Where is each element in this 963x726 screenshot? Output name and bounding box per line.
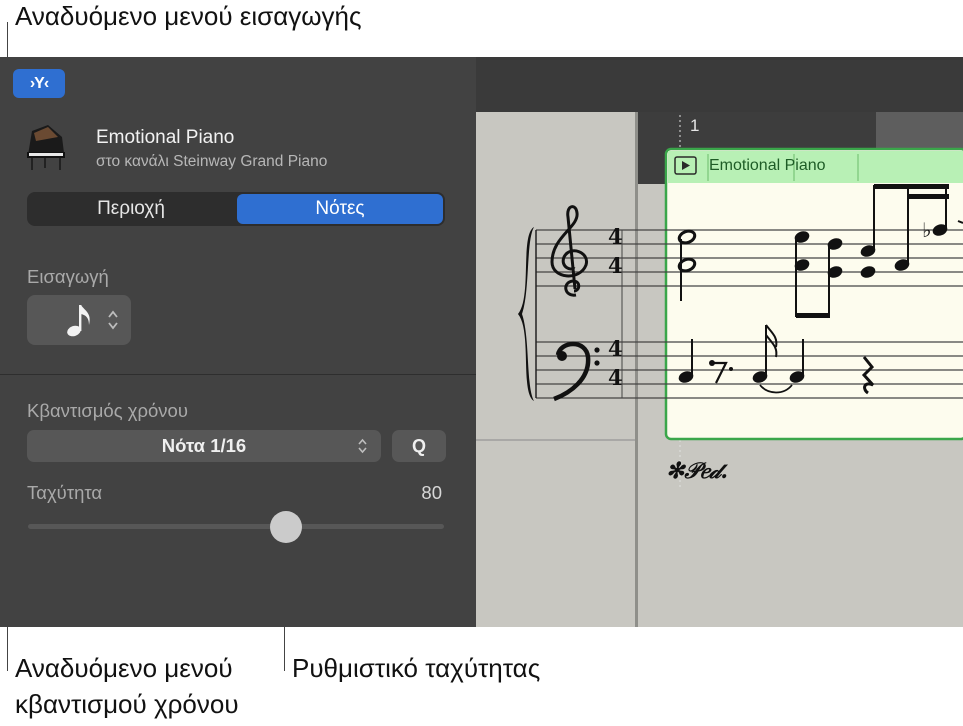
bar-number: 1 bbox=[690, 116, 699, 135]
bass-time-signature-top: 4 bbox=[608, 336, 623, 361]
svg-text:♭: ♭ bbox=[922, 218, 931, 242]
region-notes-segmented-control: Περιοχή Νότες bbox=[27, 192, 445, 226]
tab-notes[interactable]: Νότες bbox=[237, 194, 443, 224]
inspector-panel: ›Y‹ Emotional Piano στο κανάλι Steinway … bbox=[0, 57, 476, 627]
section-divider bbox=[0, 374, 476, 375]
score-canvas: 1 Emotional Piano 4 4 4 4 ♭ ✻𝒫𝑒𝒹. bbox=[476, 57, 963, 627]
quantize-q-button[interactable]: Q bbox=[392, 430, 446, 462]
insert-label: Εισαγωγή bbox=[27, 266, 109, 287]
velocity-slider-knob[interactable] bbox=[269, 511, 302, 543]
grand-piano-icon bbox=[27, 125, 65, 170]
score-editor: 1 Emotional Piano 4 4 4 4 ♭ ✻𝒫𝑒𝒹. bbox=[476, 57, 963, 627]
ruler-background bbox=[476, 57, 963, 112]
callout-velocity-slider: Ρυθμιστικό ταχύτητας bbox=[292, 653, 541, 683]
music-region[interactable] bbox=[664, 147, 963, 441]
pedal-mark: ✻𝒫𝑒𝒹. bbox=[666, 458, 728, 484]
quantize-value: Νότα 1/16 bbox=[161, 435, 247, 456]
chevron-updown-icon bbox=[358, 438, 367, 454]
velocity-value: 80 bbox=[421, 482, 442, 503]
track-channel: στο κανάλι Steinway Grand Piano bbox=[96, 153, 328, 170]
region-name: Emotional Piano bbox=[709, 157, 826, 174]
tab-region[interactable]: Περιοχή bbox=[27, 192, 235, 226]
callout-quantize-popup-line1: Αναδυόμενο μενού bbox=[15, 653, 233, 683]
inspector-toggle-button[interactable]: ›Y‹ bbox=[13, 69, 65, 98]
bass-time-signature-bottom: 4 bbox=[608, 365, 623, 390]
app-window: ›Y‹ Emotional Piano στο κανάλι Steinway … bbox=[0, 57, 963, 627]
insert-popup-menu[interactable] bbox=[27, 295, 131, 345]
callout-insert-popup: Αναδυόμενο μενού εισαγωγής bbox=[15, 1, 362, 31]
velocity-slider-track[interactable] bbox=[28, 524, 444, 529]
quantize-label: Κβαντισμός χρόνου bbox=[27, 400, 188, 421]
eighth-note-icon bbox=[67, 305, 90, 337]
chevron-updown-icon bbox=[108, 310, 118, 330]
callout-quantize-popup-line2: κβαντισμού χρόνου bbox=[15, 689, 239, 719]
time-signature-bottom: 4 bbox=[608, 253, 623, 278]
track-name: Emotional Piano bbox=[96, 127, 235, 148]
quantize-popup-menu[interactable]: Νότα 1/16 bbox=[27, 430, 381, 462]
velocity-label: Ταχύτητα bbox=[27, 482, 103, 503]
time-signature-top: 4 bbox=[608, 224, 623, 249]
